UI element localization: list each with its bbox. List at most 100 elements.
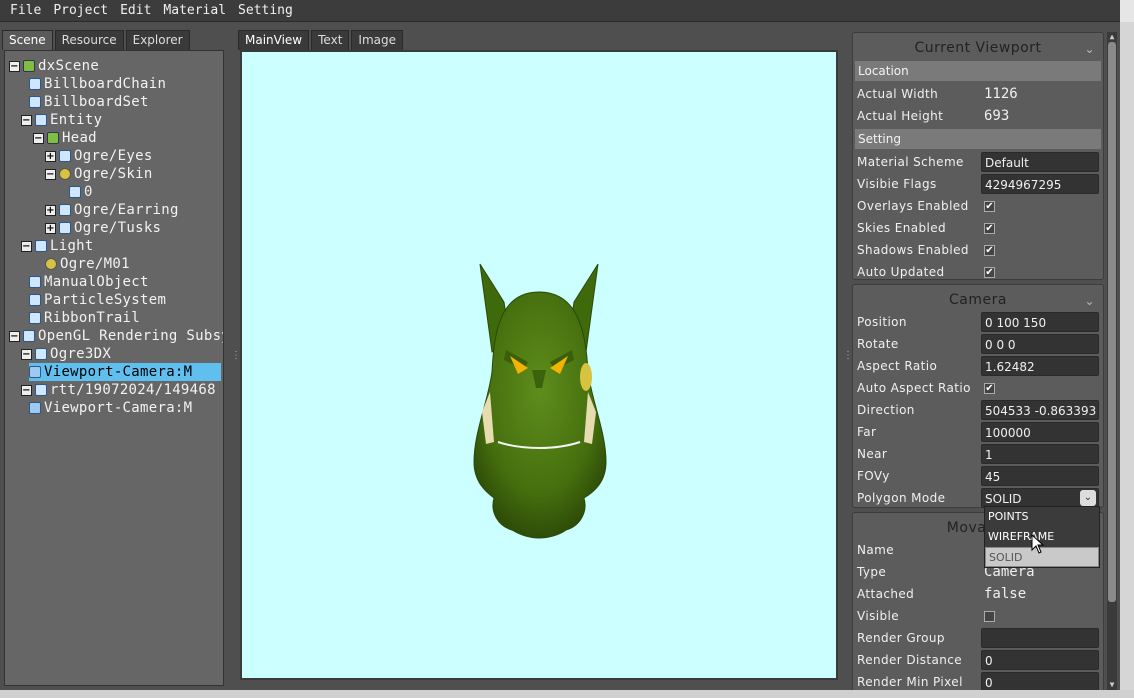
expand-icon[interactable]: + [45,222,56,234]
tree-node[interactable]: − Ogre/Skin [45,165,153,183]
chevron-down-icon[interactable]: ⌄ [1084,286,1095,316]
tree-node[interactable]: + Ogre/Eyes [45,147,153,165]
node-icon [23,330,35,342]
node-icon [35,348,47,360]
collapse-icon[interactable]: − [21,240,32,252]
scene-tree[interactable]: − dxScene BillboardChain BillboardSet − Entit… [4,50,224,686]
scene-icon [23,60,35,72]
overlays-checkbox[interactable]: ✔ [984,200,995,212]
scroll-up-icon[interactable]: ▲ [1107,32,1117,42]
collapse-icon[interactable]: − [33,132,44,144]
render-viewport[interactable] [240,50,838,680]
tree-node[interactable]: − Light [21,237,94,255]
dropdown-option-points[interactable]: POINTS [985,507,1099,527]
far-field[interactable]: 100000 [981,422,1099,442]
aspect-field[interactable]: 1.62482 [981,356,1099,376]
auto-aspect-checkbox[interactable]: ✔ [984,382,995,394]
window-edge-right [1120,22,1134,690]
menu-file[interactable]: File [4,0,47,22]
chevron-down-icon[interactable]: ⌄ [1080,490,1096,506]
skies-checkbox[interactable]: ✔ [984,222,995,234]
tab-mainview[interactable]: MainView [238,30,310,50]
tree-node[interactable]: − Head [33,129,97,147]
tree-node[interactable]: + Ogre/Tusks [45,219,161,237]
tab-explorer[interactable]: Explorer [125,30,190,50]
expand-icon[interactable]: + [45,150,56,162]
group-title[interactable]: Current Viewport ⌄ [853,33,1103,59]
direction-row: Direction 504533 -0.863393 [853,399,1103,421]
material-icon [59,168,71,180]
attached-row: Attached false [853,583,1103,605]
render-group-field[interactable] [981,628,1099,648]
auto-updated-checkbox[interactable]: ✔ [984,266,995,278]
menu-bar: File Project Edit Material Setting [0,0,1120,22]
node-icon [29,276,41,288]
visible-flags-field[interactable]: 4294967295 [981,174,1099,194]
attached-value: false [984,586,1027,602]
tree-node[interactable]: Viewport-Camera:M [29,399,192,417]
tree-node[interactable]: Viewport-Camera:M [29,363,221,381]
tab-scene[interactable]: Scene [2,30,53,50]
polygon-mode-value: SOLID [985,492,1022,506]
position-field[interactable]: 0 100 150 [981,312,1099,332]
render-distance-field[interactable]: 0 [981,650,1099,670]
collapse-icon[interactable]: − [21,348,32,360]
tree-node[interactable]: Ogre/M01 [45,255,130,273]
fovy-field[interactable]: 45 [981,466,1099,486]
tree-node[interactable]: − Entity [21,111,102,129]
tree-node[interactable]: BillboardChain [29,75,166,93]
properties-panel: Current Viewport ⌄ Location Actual Width 1… [850,30,1106,690]
actual-height-label: Actual Height [857,109,944,123]
tree-node[interactable]: − rtt/19072024/149468 [21,381,216,399]
window-edge [1120,0,1134,22]
node-icon [59,222,71,234]
tree-node[interactable]: − OpenGL Rendering Subsy [9,327,223,345]
tab-image[interactable]: Image [351,30,403,50]
direction-field[interactable]: 504533 -0.863393 [981,400,1099,420]
material-scheme-field[interactable]: Default [981,152,1099,172]
tree-node[interactable]: + Ogre/Earring [45,201,179,219]
right-splitter[interactable]: ⋮ [843,350,853,361]
far-row: Far 100000 [853,421,1103,443]
scroll-down-icon[interactable]: ▼ [1107,680,1117,690]
tree-node[interactable]: ManualObject [29,273,149,291]
chevron-down-icon[interactable]: ⌄ [1084,34,1095,64]
collapse-icon[interactable]: − [45,168,56,180]
tree-node-label: Ogre3DX [50,346,112,362]
tree-node[interactable]: RibbonTrail [29,309,140,327]
tab-resource[interactable]: Resource [54,30,124,50]
collapse-icon[interactable]: − [21,384,32,396]
tree-node[interactable]: − dxScene [9,57,99,75]
collapse-icon[interactable]: − [21,114,32,126]
shadows-checkbox[interactable]: ✔ [984,244,995,256]
menu-edit[interactable]: Edit [114,0,157,22]
menu-material[interactable]: Material [157,0,232,22]
visible-flags-row: Visibie Flags 4294967295 [853,173,1103,195]
rotate-field[interactable]: 0 0 0 [981,334,1099,354]
visible-checkbox[interactable] [984,610,995,622]
collapse-icon[interactable]: − [9,60,20,72]
render-min-pixel-field[interactable]: 0 [981,672,1099,690]
tab-text[interactable]: Text [311,30,350,50]
near-field[interactable]: 1 [981,444,1099,464]
tree-node[interactable]: 0 [69,183,93,201]
overlays-row: Overlays Enabled ✔ [853,195,1103,217]
scrollbar-thumb[interactable] [1108,42,1116,602]
left-splitter[interactable]: ⋮ [231,350,241,361]
auto-updated-label: Auto Updated [857,265,945,279]
menu-setting[interactable]: Setting [232,0,299,22]
tree-node[interactable]: BillboardSet [29,93,149,111]
expand-icon[interactable]: + [45,204,56,216]
current-viewport-title: Current Viewport [914,40,1042,56]
tree-node[interactable]: ParticleSystem [29,291,166,309]
group-title[interactable]: Camera ⌄ [853,285,1103,311]
ogre-head-model [473,263,607,539]
menu-project[interactable]: Project [47,0,114,22]
collapse-icon[interactable]: − [9,330,20,342]
tree-node[interactable]: − Ogre3DX [21,345,111,363]
polygon-mode-select[interactable]: SOLID ⌄ [981,488,1099,508]
skies-row: Skies Enabled ✔ [853,217,1103,239]
node-icon [35,240,47,252]
properties-scrollbar[interactable]: ▲ ▼ [1107,32,1117,690]
name-label: Name [857,543,895,557]
